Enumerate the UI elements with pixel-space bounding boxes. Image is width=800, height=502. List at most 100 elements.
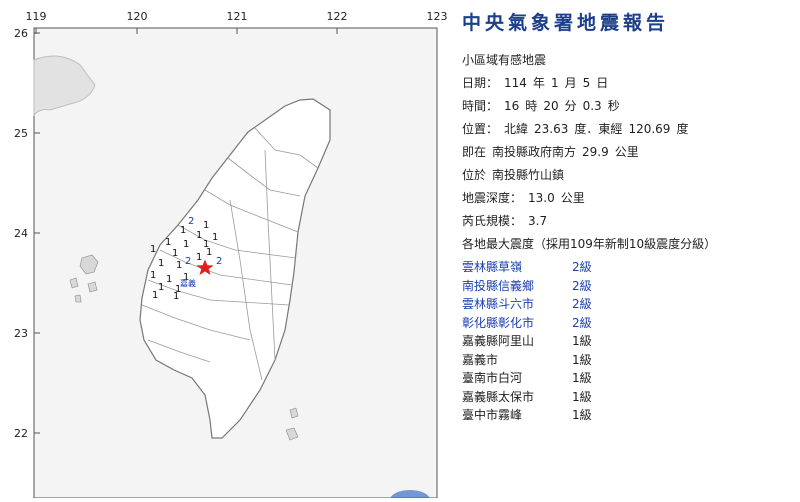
position-label: 位置： xyxy=(462,122,499,136)
station-label: 1 xyxy=(172,248,178,259)
depth-line: 地震深度： 13.0 公里 xyxy=(462,187,792,210)
station-label: 1 xyxy=(212,232,218,243)
intensity-row: 臺中市霧峰 1級 xyxy=(462,406,792,425)
lat-value: 23.63 xyxy=(534,122,569,136)
intensity-place: 嘉義縣阿里山 xyxy=(462,334,535,348)
station-label: 1 xyxy=(206,247,212,258)
station-label: 1 xyxy=(165,237,171,248)
date-line: 日期： 114 年 1 月 5 日 xyxy=(462,72,792,95)
station-label: 1 xyxy=(183,239,189,250)
report-title: 中央氣象署地震報告 xyxy=(462,12,670,34)
intensity-level: 2級 xyxy=(572,260,592,274)
date-label: 日期： xyxy=(462,76,499,90)
time-hour: 16 xyxy=(504,99,520,113)
position-sep: ． xyxy=(586,122,599,136)
intensity-level: 1級 xyxy=(572,352,592,367)
lat-tick-22: 22 xyxy=(14,427,28,440)
map-panel: 119 120 121 122 123 26 25 24 23 22 2 2 2… xyxy=(0,0,450,502)
intensity-row: 嘉義縣太保市 1級 xyxy=(462,388,792,407)
lon-tick-labels: 119 120 121 122 123 xyxy=(26,10,448,23)
depth-unit: 公里 xyxy=(560,191,585,205)
ref-prefix: 即在 xyxy=(462,145,487,159)
reference-line: 即在 南投縣政府南方 29.9 公里 xyxy=(462,141,792,164)
intensity-place: 嘉義市 xyxy=(462,352,499,367)
station-label: 1 xyxy=(150,244,156,255)
intensity-row: 臺南市白河 1級 xyxy=(462,369,792,388)
intensity-level: 2級 xyxy=(572,297,592,311)
date-day: 5 xyxy=(582,76,591,90)
intensity-place: 嘉義縣太保市 xyxy=(462,389,535,404)
station-label: 1 xyxy=(158,282,164,293)
intensity-row: 嘉義縣阿里山 1級 xyxy=(462,332,792,351)
date-month-unit: 月 xyxy=(564,76,577,90)
lon-tick-123: 123 xyxy=(427,10,448,23)
lat-tick-26: 26 xyxy=(14,27,28,40)
time-label: 時間： xyxy=(462,99,499,113)
intensity-row: 雲林縣斗六市 2級 xyxy=(462,295,792,314)
intensity-level: 1級 xyxy=(572,334,592,348)
date-month: 1 xyxy=(550,76,559,90)
station-label: 1 xyxy=(196,230,202,241)
intensity-place: 臺南市白河 xyxy=(462,371,523,385)
date-day-unit: 日 xyxy=(596,76,609,90)
lat-tick-23: 23 xyxy=(14,327,28,340)
ref-dist: 29.9 xyxy=(582,145,609,159)
loc-prefix: 位於 xyxy=(462,168,487,182)
loc-place: 南投縣竹山鎮 xyxy=(492,168,565,182)
lon-tick-121: 121 xyxy=(227,10,248,23)
intensity-header: 各地最大震度（採用109年新制10級震度分級） xyxy=(462,237,717,251)
time-minute-unit: 分 xyxy=(564,99,577,113)
magnitude-line: 芮氏規模： 3.7 xyxy=(462,210,792,233)
report-panel: 中央氣象署地震報告 小區域有感地震 日期： 114 年 1 月 5 日 時間： 16 時 20 分 0… xyxy=(462,8,792,425)
lat-label: 北緯 xyxy=(504,122,529,136)
report-subtitle: 小區域有感地震 xyxy=(462,53,547,67)
station-label: 1 xyxy=(166,274,172,285)
intensity-list: 雲林縣草嶺 2級 南投縣信義鄉 2級 雲林縣斗六市 2級 彰化縣彰化市 2級 嘉義縣阿里… xyxy=(462,258,792,425)
magnitude-value: 3.7 xyxy=(528,214,548,228)
station-label: 2 xyxy=(185,256,191,267)
intensity-place: 臺中市霧峰 xyxy=(462,408,523,422)
station-label: 1 xyxy=(158,258,164,269)
intensity-row: 彰化縣彰化市 2級 xyxy=(462,314,792,333)
time-second-unit: 秒 xyxy=(607,99,620,113)
taiwan-map: 119 120 121 122 123 26 25 24 23 22 2 2 2… xyxy=(14,10,448,502)
intensity-level: 1級 xyxy=(572,389,592,404)
station-label: 2 xyxy=(188,216,194,227)
intensity-level: 2級 xyxy=(572,315,592,330)
time-hour-unit: 時 xyxy=(525,99,538,113)
station-label: 2 xyxy=(216,256,222,267)
time-minute: 20 xyxy=(543,99,559,113)
lon-tick-120: 120 xyxy=(127,10,148,23)
lon-tick-122: 122 xyxy=(327,10,348,23)
ref-place: 南投縣政府南方 xyxy=(492,145,577,159)
station-label: 1 xyxy=(176,260,182,271)
intensity-place: 彰化縣彰化市 xyxy=(462,315,535,330)
lat-tick-24: 24 xyxy=(14,227,28,240)
station-label: 1 xyxy=(152,290,158,301)
ref-unit: 公里 xyxy=(614,145,639,159)
city-label-chiayi: 嘉義 xyxy=(180,278,196,288)
intensity-row: 雲林縣草嶺 2級 xyxy=(462,258,792,277)
station-label: 1 xyxy=(150,270,156,281)
intensity-row: 南投縣信義鄉 2級 xyxy=(462,277,792,296)
time-second: 0.3 xyxy=(582,99,602,113)
lon-unit: 度 xyxy=(676,122,689,136)
lat-unit: 度 xyxy=(574,122,587,136)
position-line: 位置： 北緯 23.63 度．東經 120.69 度 xyxy=(462,118,792,141)
station-label: 1 xyxy=(196,252,202,263)
intensity-level: 1級 xyxy=(572,408,592,422)
intensity-place: 雲林縣斗六市 xyxy=(462,297,535,311)
station-label: 1 xyxy=(180,225,186,236)
time-line: 時間： 16 時 20 分 0.3 秒 xyxy=(462,95,792,118)
station-label: 1 xyxy=(203,220,209,231)
intensity-place: 雲林縣草嶺 xyxy=(462,260,523,274)
location-line: 位於 南投縣竹山鎮 xyxy=(462,164,792,187)
lat-tick-labels: 26 25 24 23 22 xyxy=(14,27,28,440)
lon-label: 東經 xyxy=(598,122,623,136)
lat-tick-25: 25 xyxy=(14,127,28,140)
lon-value: 120.69 xyxy=(628,122,671,136)
intensity-level: 2級 xyxy=(572,278,592,293)
intensity-row: 嘉義市 1級 xyxy=(462,351,792,370)
depth-label: 地震深度： xyxy=(462,191,523,205)
date-year: 114 xyxy=(504,76,527,90)
